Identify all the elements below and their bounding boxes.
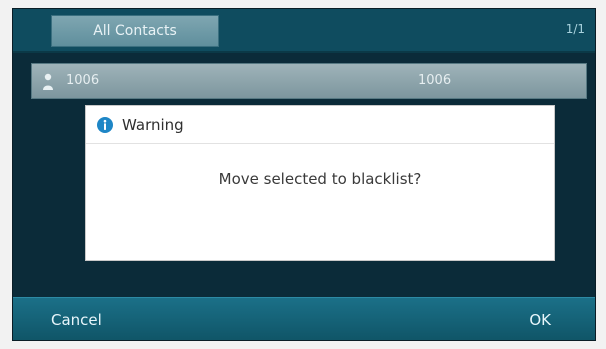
dialog-titlebar: Warning	[86, 106, 554, 144]
contact-icon	[43, 73, 53, 90]
cancel-softkey[interactable]: Cancel	[51, 298, 141, 340]
tab-all-contacts[interactable]: All Contacts	[51, 15, 219, 47]
info-icon	[97, 117, 113, 133]
contact-number: 1006	[418, 73, 452, 88]
dialog-message: Move selected to blacklist?	[218, 170, 422, 188]
contact-row[interactable]: 1006 1006	[31, 63, 587, 99]
phone-display: All Contacts 1/1 1006 1006 Warning Move …	[12, 8, 596, 341]
phone-screen-frame: All Contacts 1/1 1006 1006 Warning Move …	[0, 0, 606, 349]
softkey-bar: Cancel OK	[13, 297, 595, 340]
page-indicator: 1/1	[565, 22, 585, 36]
top-bar: All Contacts 1/1	[13, 9, 595, 53]
warning-dialog: Warning Move selected to blacklist?	[85, 105, 555, 261]
dialog-title: Warning	[122, 116, 184, 134]
contact-name: 1006	[66, 73, 100, 88]
ok-softkey[interactable]: OK	[491, 298, 551, 340]
